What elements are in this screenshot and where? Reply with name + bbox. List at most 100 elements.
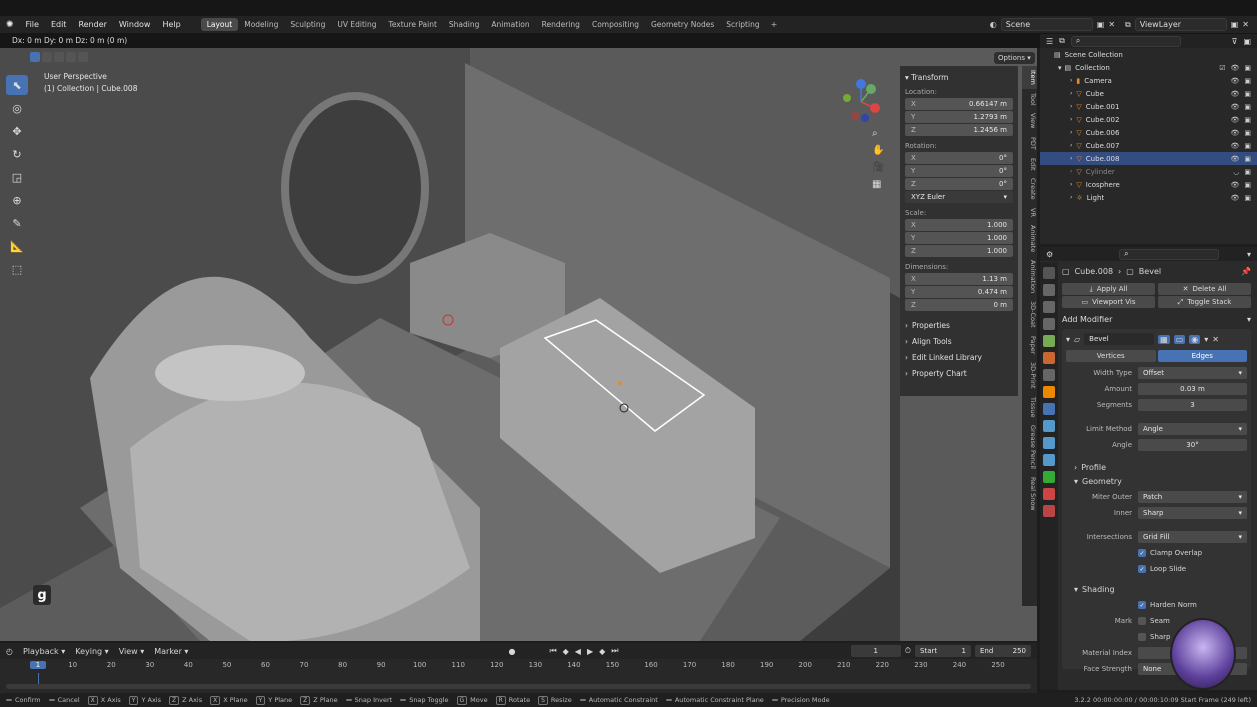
side-tab-animate[interactable]: Animate [1022, 221, 1037, 256]
outliner-item-cube[interactable]: › ▽ Cube 👁 ▣ [1040, 87, 1257, 100]
play-reverse-icon[interactable]: ◀ [575, 647, 581, 656]
camera-render-icon[interactable]: ▣ [1244, 116, 1251, 124]
collection-tab-icon[interactable] [1043, 369, 1055, 381]
outliner-item-cube-002[interactable]: › ▽ Cube.002 👁 ▣ [1040, 113, 1257, 126]
tab-texture-paint[interactable]: Texture Paint [383, 18, 443, 31]
dimensions-x-field[interactable]: X 1.13 m [905, 273, 1013, 285]
scene-field[interactable]: Scene [1000, 18, 1093, 31]
camera-render-icon[interactable]: ▣ [1244, 129, 1251, 137]
harden-normals-checkbox[interactable]: ✓ Harden Norm [1066, 598, 1247, 612]
timeline-menu-view[interactable]: View ▾ [119, 647, 145, 656]
current-frame-field[interactable]: 1 [850, 645, 901, 657]
chevron-down-icon[interactable]: ▾ [1204, 335, 1208, 344]
eye-icon[interactable]: 👁 [1230, 64, 1239, 72]
tab-modeling[interactable]: Modeling [238, 18, 284, 31]
tab-edges[interactable]: Edges [1157, 350, 1247, 362]
eye-icon[interactable]: 👁 [1230, 90, 1239, 98]
delete-scene-icon[interactable]: ✕ [1108, 20, 1115, 29]
side-tab-grease-pencil[interactable]: Grease Pencil [1022, 421, 1037, 473]
camera-render-icon[interactable]: ▣ [1244, 181, 1251, 189]
dimensions-y-field[interactable]: Y 0.474 m [905, 286, 1013, 298]
panel-align-tools[interactable]: › Align Tools [905, 337, 1013, 346]
expand-arrow-icon[interactable]: › [1070, 90, 1072, 97]
menu-item-window[interactable]: Window [113, 20, 157, 29]
outliner-item-light[interactable]: › ☼ Light 👁 ▣ [1040, 191, 1257, 204]
menu-item-help[interactable]: Help [156, 20, 186, 29]
tab-sculpting[interactable]: Sculpting [284, 18, 331, 31]
expand-arrow-icon[interactable]: › [1070, 103, 1072, 110]
eye-icon[interactable]: 👁 [1230, 194, 1239, 202]
expand-arrow-icon[interactable]: ▾ [1058, 64, 1062, 72]
zoom-icon[interactable]: ⌕ [872, 128, 884, 139]
options-dropdown[interactable]: Options ▾ [994, 52, 1035, 64]
location-y-field[interactable]: Y 1.2793 m [905, 111, 1013, 123]
camera-render-icon[interactable]: ▣ [1244, 194, 1251, 202]
constraints-tab-icon[interactable] [1043, 454, 1055, 466]
panel-property-chart[interactable]: › Property Chart [905, 369, 1013, 378]
scale-z-field[interactable]: Z 1.000 [905, 245, 1013, 257]
object-tab-icon[interactable] [1043, 386, 1055, 398]
rotate-tool-icon[interactable]: ↻ [6, 144, 28, 164]
seam-checkbox[interactable] [1138, 617, 1146, 625]
timeline-menu-marker[interactable]: Marker ▾ [154, 647, 188, 656]
amount-field[interactable]: 0.03 m [1138, 383, 1247, 395]
properties-search-input[interactable]: ⌕ [1119, 248, 1220, 260]
eye-icon[interactable]: 👁 [1230, 77, 1239, 85]
toggle-stack-button[interactable]: ⤢ Toggle Stack [1158, 296, 1251, 308]
side-tab-edit[interactable]: Edit [1022, 154, 1037, 175]
camera-render-icon[interactable]: ▣ [1244, 103, 1251, 111]
eye-icon[interactable]: 👁 [1230, 155, 1239, 163]
menu-item-render[interactable]: Render [72, 20, 112, 29]
side-tab-vr[interactable]: VR [1022, 204, 1037, 221]
expand-arrow-icon[interactable]: › [1070, 194, 1072, 201]
frame-ruler[interactable]: 1 10 20 30 40 50 60 70 80 90 100 110 120 130 140 150 160… [0, 661, 1037, 689]
scene-icon[interactable]: ◐ [990, 20, 997, 29]
3d-viewport[interactable]: User Perspective (1) Collection | Cube.0… [0, 48, 1037, 641]
scale-x-field[interactable]: X 1.000 [905, 219, 1013, 231]
prev-keyframe-icon[interactable]: ◆ [563, 647, 569, 656]
intersections-select[interactable]: Grid Fill ▾ [1138, 531, 1247, 543]
width-type-select[interactable]: Offset ▾ [1138, 367, 1247, 379]
timeline-menu-playback[interactable]: Playback ▾ [23, 647, 65, 656]
cursor-tool-icon[interactable]: ◎ [6, 98, 28, 118]
data-tab-icon[interactable] [1043, 471, 1055, 483]
angle-field[interactable]: 30° [1138, 439, 1247, 451]
jump-start-icon[interactable]: ⏮ [549, 646, 556, 656]
checkbox-icon[interactable]: ☑ [1219, 64, 1225, 72]
loop-slide-checkbox[interactable]: ✓ Loop Slide [1066, 562, 1247, 576]
jump-end-icon[interactable]: ⏭ [611, 646, 618, 656]
start-frame-field[interactable]: Start 1 [915, 645, 971, 657]
camera-render-icon[interactable]: ▣ [1244, 168, 1251, 176]
transform-panel-header[interactable]: ▾ Transform [905, 73, 1013, 82]
transform-tool-icon[interactable]: ⊕ [6, 190, 28, 210]
apply-all-button[interactable]: ⤓ Apply All [1062, 283, 1155, 295]
dimensions-z-field[interactable]: Z 0 m [905, 299, 1013, 311]
delete-all-button[interactable]: ✕ Delete All [1158, 283, 1251, 295]
camera-render-icon[interactable]: ▣ [1244, 142, 1251, 150]
view-layer-tab-icon[interactable] [1043, 318, 1055, 330]
grid-view-icon[interactable]: ▦ [872, 179, 884, 190]
view-layer-icon[interactable]: ⧉ [1125, 20, 1131, 30]
outliner-item-cube-008[interactable]: › ▽ Cube.008 👁 ▣ [1040, 152, 1257, 165]
tab-geometry-nodes[interactable]: Geometry Nodes [645, 18, 720, 31]
segments-field[interactable]: 3 [1138, 399, 1247, 411]
add-modifier-dropdown[interactable]: Add Modifier ▾ [1062, 312, 1251, 326]
tab-uv-editing[interactable]: UV Editing [331, 18, 382, 31]
eye-icon[interactable]: 👁 [1230, 142, 1239, 150]
editmode-toggle-icon[interactable]: ▦ [1158, 334, 1170, 344]
tab-scripting[interactable]: Scripting [720, 18, 765, 31]
camera-render-icon[interactable]: ▣ [1244, 64, 1251, 72]
viewport-vis-button[interactable]: ▭ Viewport Vis [1062, 296, 1155, 308]
new-view-layer-icon[interactable]: ▣ [1231, 20, 1239, 29]
world-tab-icon[interactable] [1043, 352, 1055, 364]
tab-layout[interactable]: Layout [200, 18, 239, 31]
select-new-icon[interactable] [30, 52, 40, 62]
shading-subpanel[interactable]: ▾ Shading [1066, 582, 1247, 596]
measure-tool-icon[interactable]: 📐 [6, 236, 28, 256]
location-z-field[interactable]: Z 1.2456 m [905, 124, 1013, 136]
clamp-overlap-checkbox[interactable]: ✓ Clamp Overlap [1066, 546, 1247, 560]
expand-arrow-icon[interactable]: › [1070, 77, 1072, 84]
pin-icon[interactable]: 📌 [1241, 267, 1251, 276]
chevron-down-icon[interactable]: ▾ [1247, 250, 1251, 259]
tab-rendering[interactable]: Rendering [536, 18, 586, 31]
